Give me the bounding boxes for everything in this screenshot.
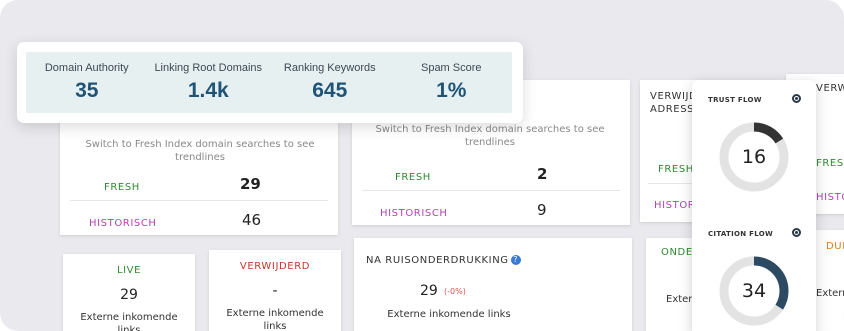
live-title: LIVE [116, 265, 142, 276]
historisch-label: HISTORISCH [380, 208, 448, 219]
duplicaten-subtitle: Externe [816, 288, 844, 299]
historisch-value: 46 [242, 211, 262, 229]
metric-value: 1% [436, 79, 467, 102]
trust-flow-title: TRUST FLOW [708, 96, 762, 104]
fresh-value: 29 [240, 175, 261, 193]
majestic-icon[interactable] [792, 228, 801, 237]
verwijderd-title: VERWIJDERD [239, 261, 311, 272]
metric-label: Ranking Keywords [283, 62, 376, 74]
verwijderd-value: - [272, 283, 278, 299]
metric-label: Linking Root Domains [154, 62, 263, 74]
fresh-label: FRESH [658, 164, 694, 175]
noise-title: NA RUISONDERDRUKKING? [366, 255, 521, 266]
row-divider [70, 200, 328, 201]
live-subtitle: Externe inkomende links [80, 312, 178, 331]
noise-title-text: NA RUISONDERDRUKKING [366, 255, 509, 266]
duplicaten-title: DUPLICATEN [826, 241, 844, 252]
metric-label: Spam Score [420, 62, 482, 74]
citation-flow-title: CITATION FLOW [708, 230, 774, 238]
removed-links-card: VERWIJDERD - Externe inkomende links [209, 250, 341, 331]
metric-domain-authority: Domain Authority 35 [26, 52, 148, 113]
trendlines-note: Switch to Fresh Index domain searches to… [85, 139, 315, 163]
metric-value: 645 [312, 79, 348, 102]
historisch-label: HISTORISCH [816, 192, 844, 203]
flow-metrics-panel: TRUST FLOW 16 CITATION FLOW 34 [692, 80, 816, 331]
metrics-row: Domain Authority 35 Linking Root Domains… [26, 52, 512, 113]
citation-flow-value: 34 [741, 280, 767, 302]
row-divider [362, 190, 620, 191]
metric-ranking-keywords: Ranking Keywords 645 [269, 52, 391, 113]
live-value: 29 [120, 287, 138, 303]
historisch-value: 9 [537, 201, 547, 219]
fresh-label: FRESH [395, 172, 431, 183]
metric-label: Domain Authority [44, 62, 129, 74]
noise-delta: (-0%) [444, 287, 466, 296]
verwijderd-subtitle: Externe inkomende links [226, 308, 324, 331]
noise-value: 29 [420, 283, 438, 299]
trust-flow-value: 16 [741, 146, 767, 168]
majestic-icon[interactable] [792, 94, 801, 103]
trendlines-note: Switch to Fresh Index domain searches to… [375, 124, 605, 148]
fresh-label: FRESH [816, 158, 844, 169]
noise-subtitle: Externe inkomende links [387, 309, 511, 320]
dashboard-background: Switch to Fresh Index domain searches to… [0, 0, 844, 331]
historisch-label: HISTORISCH [89, 218, 157, 229]
fresh-label: FRESH [104, 182, 140, 193]
metric-spam-score: Spam Score 1% [391, 52, 513, 113]
metric-value: 35 [75, 79, 99, 102]
fresh-value: 2 [537, 165, 548, 183]
backlinks-fresh-historic-card: Switch to Fresh Index domain searches to… [60, 105, 338, 235]
domain-metrics-panel: Domain Authority 35 Linking Root Domains… [17, 42, 523, 123]
duplicates-card: DUPLICATEN Externe [812, 230, 844, 331]
info-icon[interactable]: ? [510, 255, 521, 265]
live-links-card: LIVE 29 Externe inkomende links [63, 254, 195, 331]
noise-reduction-card: NA RUISONDERDRUKKING? 29 (-0%) Externe i… [354, 238, 632, 331]
metric-value: 1.4k [187, 79, 229, 102]
metric-linking-root-domains: Linking Root Domains 1.4k [148, 52, 270, 113]
card-title: VERWIJDERDE DOMEINEN [816, 83, 844, 94]
